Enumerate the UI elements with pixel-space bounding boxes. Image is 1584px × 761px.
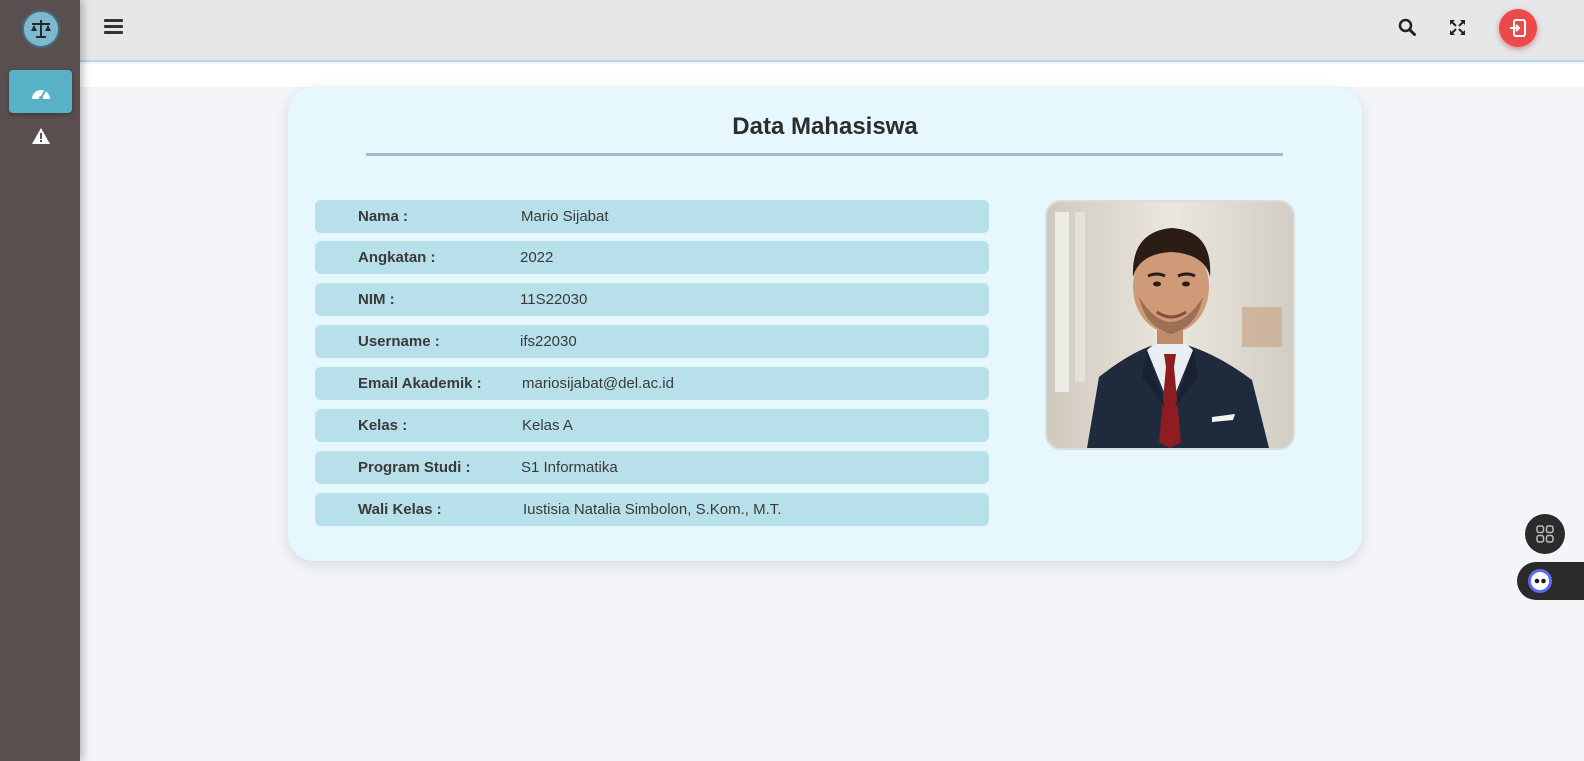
assistant-bot-icon	[1528, 569, 1552, 593]
logout-icon	[1510, 19, 1526, 37]
student-profile-photo	[1045, 200, 1295, 450]
info-value: 2022	[520, 249, 554, 266]
info-label: Kelas :	[358, 417, 408, 434]
info-label: Email Akademik :	[358, 375, 482, 392]
search-icon[interactable]	[1394, 14, 1420, 40]
info-value: mariosijabat@del.ac.id	[522, 375, 674, 392]
info-row-wali-kelas: Wali Kelas : Iustisia Natalia Simbolon, …	[315, 493, 989, 526]
info-label: Nama :	[358, 208, 409, 225]
sidebar	[0, 0, 80, 761]
info-row-nama: Nama : Mario Sijabat	[315, 200, 989, 233]
info-label: Program Studi :	[358, 459, 471, 476]
info-value: S1 Informatika	[521, 459, 618, 476]
title-divider	[366, 153, 1283, 156]
info-value: ifs22030	[520, 333, 577, 350]
info-value: Mario Sijabat	[521, 208, 609, 225]
expand-icon[interactable]	[1444, 14, 1470, 40]
info-value: 11S22030	[520, 291, 588, 308]
assistant-button[interactable]	[1517, 562, 1584, 600]
info-label: Username :	[358, 333, 440, 350]
info-label: Angkatan :	[358, 249, 436, 266]
info-row-nim: NIM : 11S22030	[315, 283, 989, 316]
info-row-kelas: Kelas : Kelas A	[315, 409, 989, 442]
student-data-card: Data Mahasiswa Nama : Mario Sijabat Angk…	[288, 87, 1362, 561]
apps-grid-icon	[1536, 525, 1554, 543]
hamburger-icon[interactable]	[104, 17, 123, 36]
info-row-angkatan: Angkatan : 2022	[315, 241, 989, 274]
topbar-strip	[80, 64, 1584, 87]
info-row-program-studi: Program Studi : S1 Informatika	[315, 451, 989, 484]
logout-button[interactable]	[1499, 9, 1537, 47]
sidebar-item-warning[interactable]	[9, 114, 72, 157]
info-value: Iustisia Natalia Simbolon, S.Kom., M.T.	[523, 501, 782, 518]
warning-icon	[31, 127, 50, 144]
sidebar-item-dashboard[interactable]	[9, 70, 72, 113]
page-title: Data Mahasiswa	[732, 113, 918, 140]
topbar	[80, 0, 1584, 62]
dashboard-gauge-icon	[31, 89, 50, 100]
info-row-username: Username : ifs22030	[315, 325, 989, 358]
info-row-email: Email Akademik : mariosijabat@del.ac.id	[315, 367, 989, 400]
info-label: Wali Kelas :	[358, 501, 442, 518]
info-value: Kelas A	[522, 417, 573, 434]
info-label: NIM :	[358, 291, 395, 308]
scales-logo-icon[interactable]	[22, 10, 60, 48]
apps-button[interactable]	[1525, 514, 1565, 554]
